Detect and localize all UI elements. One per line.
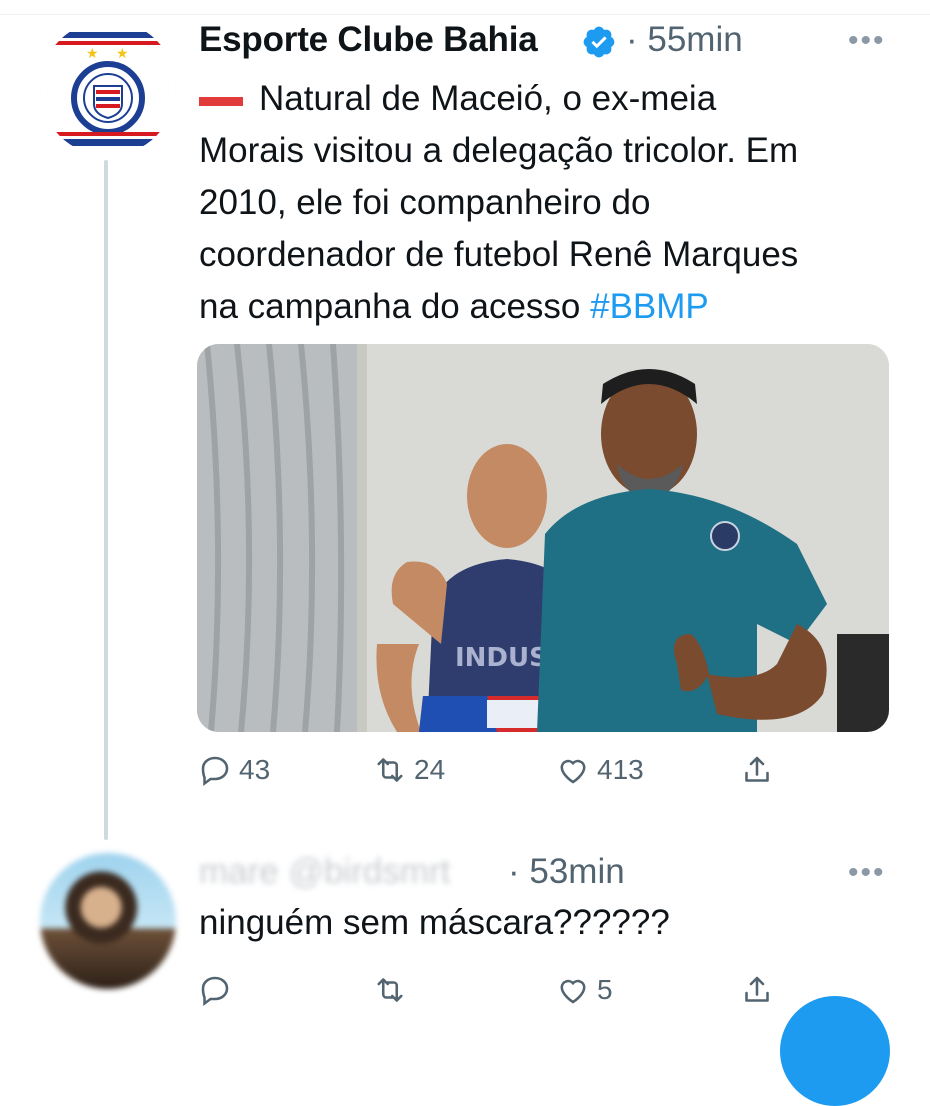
reply-author-avatar[interactable] xyxy=(40,853,176,989)
author-name[interactable]: Esporte Clube Bahia xyxy=(199,20,538,60)
reply-reply-button[interactable] xyxy=(197,972,233,1008)
hashtag-link[interactable]: #BBMP xyxy=(590,287,709,326)
more-options-button[interactable]: ••• xyxy=(848,24,886,58)
thread-connector-line xyxy=(104,160,108,840)
reply-button[interactable]: 43 xyxy=(197,752,270,788)
tweet-text-line: coordenador de futebol Renê Marques xyxy=(199,235,799,274)
retweet-icon xyxy=(377,978,403,1002)
reply-more-options-button[interactable]: ••• xyxy=(848,856,886,890)
svg-text:★: ★ xyxy=(86,46,99,62)
retweet-icon xyxy=(377,758,403,782)
share-icon xyxy=(745,976,769,1002)
compose-fab-button[interactable] xyxy=(780,996,890,1106)
retweet-count: 24 xyxy=(414,754,446,785)
top-divider xyxy=(0,14,930,15)
heart-icon xyxy=(560,979,586,1004)
tweet-text-line: 2010, ele foi companheiro do xyxy=(199,183,651,222)
verified-badge-icon xyxy=(583,26,615,58)
reply-icon xyxy=(201,756,229,787)
reply-actions: 5 xyxy=(197,972,797,1022)
tweet-timestamp[interactable]: · 55min xyxy=(626,20,743,60)
reply-count: 43 xyxy=(239,754,271,785)
reply-like-button[interactable]: 5 xyxy=(555,972,613,1008)
tweet-actions: 43 24 413 xyxy=(197,752,797,802)
tweet-text: Natural de Maceió, o ex-meia Morais visi… xyxy=(199,73,899,333)
heart-icon xyxy=(560,759,586,784)
tweet-text-line: Natural de Maceió, o ex-meia xyxy=(199,73,899,125)
tweet-text-line: na campanha do acesso #BBMP xyxy=(199,287,709,326)
reply-author-name[interactable]: mare @birdsmrt xyxy=(199,852,450,892)
like-count: 413 xyxy=(597,754,644,785)
share-button[interactable] xyxy=(739,752,775,788)
reply-retweet-button[interactable] xyxy=(372,972,408,1008)
reply-share-button[interactable] xyxy=(739,972,775,1008)
reply-like-count: 5 xyxy=(597,974,613,1005)
photo-illustration: INDUSTRY xyxy=(197,344,889,732)
tweet-photo[interactable]: INDUSTRY xyxy=(197,344,889,732)
retweet-button[interactable]: 24 xyxy=(372,752,445,788)
reply-icon xyxy=(201,976,229,1007)
like-button[interactable]: 413 xyxy=(555,752,644,788)
flag-icon xyxy=(199,86,243,112)
reply-timestamp[interactable]: · 53min xyxy=(508,852,625,892)
author-avatar[interactable]: ★ ★ xyxy=(40,20,176,156)
club-crest-icon: ★ ★ xyxy=(40,20,176,156)
tweet-text-line: Morais visitou a delegação tricolor. Em xyxy=(199,131,799,170)
share-icon xyxy=(745,756,769,782)
reply-text: ninguém sem máscara?????? xyxy=(199,903,670,942)
svg-text:★: ★ xyxy=(116,46,129,62)
